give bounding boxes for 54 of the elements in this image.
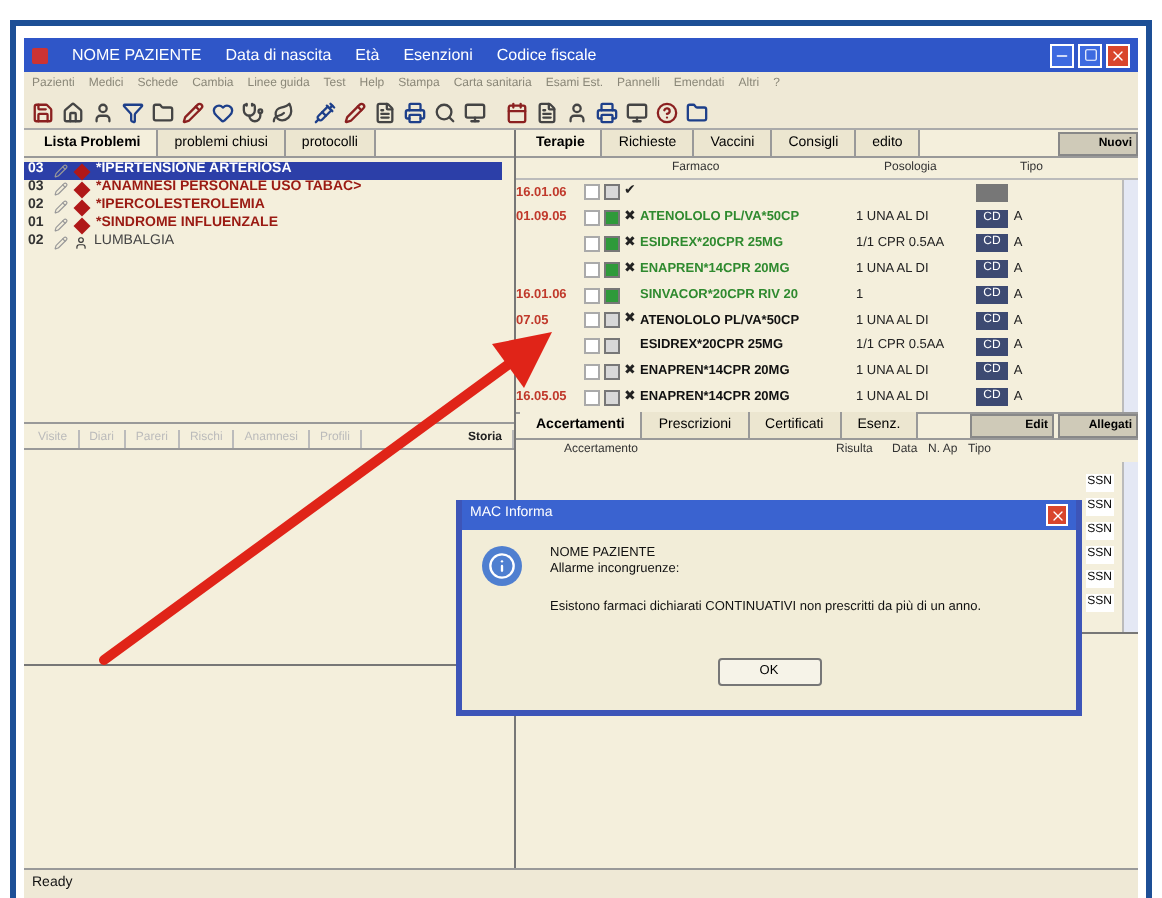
close-button[interactable] <box>1046 504 1068 526</box>
close-icon <box>1110 47 1126 63</box>
monitor-icon[interactable] <box>464 101 486 123</box>
calendar-icon[interactable] <box>506 101 528 123</box>
folder-icon[interactable] <box>686 101 708 123</box>
user-icon[interactable] <box>92 101 114 123</box>
home-icon[interactable] <box>62 101 84 123</box>
checkbox[interactable] <box>584 287 600 304</box>
save-icon[interactable] <box>32 101 54 123</box>
window-title: NOME PAZIENTE <box>72 43 202 67</box>
leaf-icon[interactable] <box>272 101 294 123</box>
close-button[interactable] <box>1106 43 1130 67</box>
minimize-button[interactable] <box>1050 43 1074 67</box>
maximize-button[interactable] <box>1078 43 1102 67</box>
window-title: Esenzioni <box>403 43 473 67</box>
printer-icon[interactable] <box>404 101 426 123</box>
checkbox[interactable] <box>584 312 600 329</box>
checkbox[interactable] <box>584 338 600 355</box>
checkbox[interactable] <box>584 261 600 278</box>
app-icon <box>32 47 48 63</box>
scrollbar[interactable] <box>1122 462 1138 632</box>
syringe-icon[interactable] <box>314 101 336 123</box>
printer-icon[interactable] <box>596 101 618 123</box>
pencil-icon <box>54 218 68 232</box>
stethoscope-icon[interactable] <box>242 101 264 123</box>
user-icon[interactable] <box>566 101 588 123</box>
monitor-icon[interactable] <box>626 101 648 123</box>
type-cell <box>976 183 1008 202</box>
pencil-icon <box>54 182 68 196</box>
pencil-icon[interactable] <box>182 101 204 123</box>
document-icon[interactable] <box>536 101 558 123</box>
pencil-icon <box>54 164 68 178</box>
help-icon[interactable] <box>656 101 678 123</box>
checkbox[interactable] <box>584 363 600 380</box>
search-icon[interactable] <box>434 101 456 123</box>
window-title: Età <box>355 43 380 67</box>
checkbox[interactable] <box>584 184 600 201</box>
checkbox[interactable] <box>584 210 600 227</box>
maximize-icon <box>1083 48 1097 62</box>
checkbox[interactable] <box>584 235 600 252</box>
window-title: Data di nascita <box>225 43 332 67</box>
checkbox[interactable] <box>584 389 600 406</box>
folder-icon[interactable] <box>152 101 174 123</box>
heart-icon[interactable] <box>212 101 234 123</box>
person-icon <box>74 236 88 250</box>
pencil-icon[interactable] <box>344 101 366 123</box>
info-icon <box>482 546 522 586</box>
filter-icon[interactable] <box>122 101 144 123</box>
pencil-icon <box>54 236 68 250</box>
scrollbar[interactable] <box>1122 180 1138 412</box>
close-icon <box>1049 507 1065 523</box>
document-icon[interactable] <box>374 101 396 123</box>
pencil-icon <box>54 200 68 214</box>
window-title: Codice fiscale <box>496 43 597 67</box>
